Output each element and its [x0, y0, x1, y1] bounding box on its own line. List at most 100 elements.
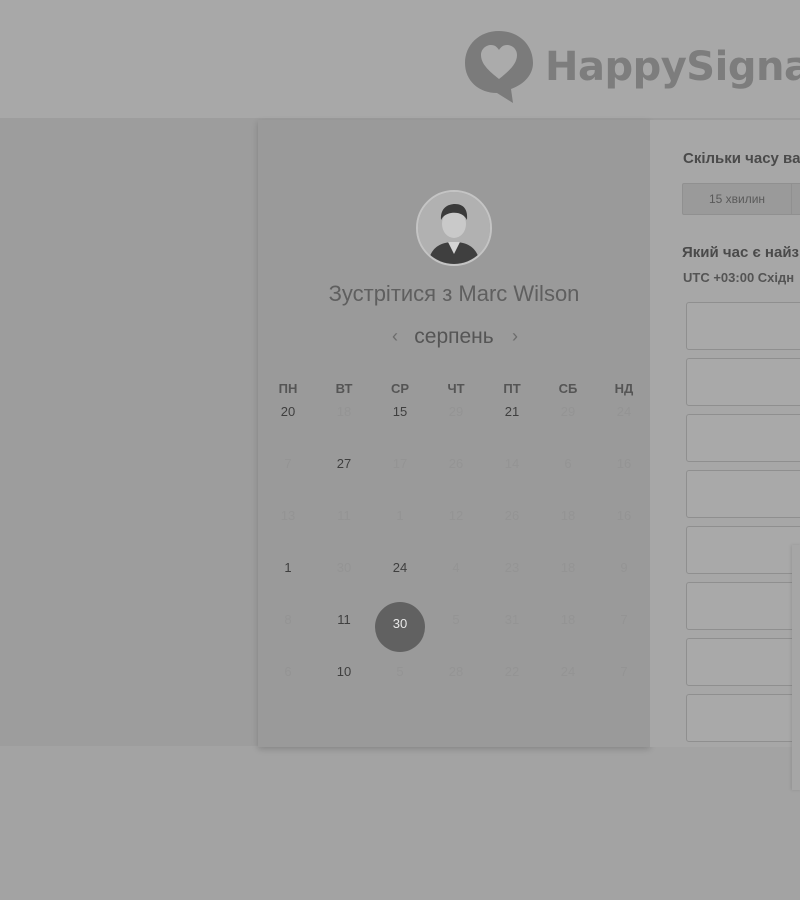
day-number: 17: [392, 456, 408, 471]
calendar-day[interactable]: 24: [372, 554, 428, 606]
weekday-label: СР: [390, 381, 410, 396]
weekday-label: ЧТ: [447, 381, 465, 396]
day-number: 16: [616, 456, 632, 471]
day-number: 20: [280, 404, 296, 419]
day-number: 6: [284, 664, 292, 679]
month-label: серпень: [414, 325, 494, 348]
day-number: 9: [620, 560, 628, 575]
time-slot[interactable]: [686, 470, 800, 518]
day-number: 26: [448, 456, 464, 471]
weekday-label: ВТ: [335, 381, 353, 396]
day-number: 13: [280, 508, 296, 523]
calendar-day[interactable]: 11: [316, 606, 372, 658]
day-number: 21: [504, 404, 520, 419]
weekday-label: ПТ: [503, 381, 521, 396]
calendar-day: 18: [540, 554, 596, 606]
day-number: 22: [504, 664, 520, 679]
calendar-day: 24: [540, 658, 596, 710]
day-number: 6: [564, 456, 572, 471]
calendar-day[interactable]: 10: [316, 658, 372, 710]
day-number: 11: [337, 508, 351, 523]
day-number: 11: [337, 612, 351, 627]
calendar-day[interactable]: 20: [260, 398, 316, 450]
calendar-grid: 20 18 15 29 21 29 24 7 27 17 26 14 6 16 13 11 1 12 26 18 16 1…: [260, 398, 652, 710]
day-number: 10: [336, 664, 352, 679]
duration-option-15[interactable]: 15 хвилин: [683, 184, 792, 214]
side-panel-edge: [792, 545, 800, 790]
booking-panel: Скільки часу ва 15 хвилин Який час є най…: [650, 120, 800, 747]
day-number: 18: [560, 508, 576, 523]
day-number: 7: [284, 456, 292, 471]
day-number: 27: [336, 456, 352, 471]
time-slot[interactable]: [686, 526, 800, 574]
day-number: 16: [616, 508, 632, 523]
heart-bubble-icon: [465, 31, 533, 103]
calendar-day: 23: [484, 554, 540, 606]
calendar-day[interactable]: 21: [484, 398, 540, 450]
weekday-label: СБ: [558, 381, 578, 396]
day-number: 7: [620, 664, 628, 679]
calendar-day[interactable]: 15: [372, 398, 428, 450]
day-number: 31: [504, 612, 520, 627]
calendar-day: 22: [484, 658, 540, 710]
time-slot[interactable]: [686, 638, 800, 686]
calendar-day: 9: [596, 554, 652, 606]
calendar-day: 18: [316, 398, 372, 450]
day-number: 8: [284, 612, 292, 627]
calendar-day: 16: [596, 502, 652, 554]
time-question: Який час є найз: [682, 244, 799, 261]
chevron-right-icon[interactable]: ›: [508, 326, 522, 347]
calendar-day: 24: [596, 398, 652, 450]
calendar-day: 16: [596, 450, 652, 502]
host-avatar: [416, 190, 492, 266]
weekday-header: ПН ВТ СР ЧТ ПТ СБ НД: [260, 381, 652, 396]
calendar-day[interactable]: 27: [316, 450, 372, 502]
brand-logo[interactable]: HappySigna: [463, 28, 800, 106]
calendar-day: 1: [372, 502, 428, 554]
time-slot[interactable]: [686, 694, 800, 742]
calendar-day: 26: [428, 450, 484, 502]
calendar-day: 17: [372, 450, 428, 502]
calendar-day: 7: [596, 658, 652, 710]
day-number: 7: [620, 612, 628, 627]
calendar-day: 6: [540, 450, 596, 502]
day-number: 24: [616, 404, 632, 419]
time-slot[interactable]: [686, 358, 800, 406]
day-number: 18: [560, 560, 576, 575]
day-number: 23: [504, 560, 520, 575]
calendar-day: 5: [372, 658, 428, 710]
time-slot[interactable]: [686, 582, 800, 630]
calendar-day: 12: [428, 502, 484, 554]
calendar-day: 31: [484, 606, 540, 658]
day-number: 14: [504, 456, 520, 471]
calendar-day: 18: [540, 502, 596, 554]
calendar-day[interactable]: 1: [260, 554, 316, 606]
day-number: 28: [448, 664, 464, 679]
calendar-day: 29: [540, 398, 596, 450]
day-number: 18: [336, 404, 352, 419]
weekday-label: НД: [614, 381, 634, 396]
calendar-day: 6: [260, 658, 316, 710]
calendar-day: 7: [596, 606, 652, 658]
calendar-day: 13: [260, 502, 316, 554]
calendar-day: 28: [428, 658, 484, 710]
day-number: 24: [392, 560, 408, 575]
day-number: 30: [392, 616, 408, 631]
timezone-label[interactable]: UTC +03:00 Східн: [683, 270, 794, 285]
duration-question: Скільки часу ва: [683, 150, 800, 167]
calendar-day: 4: [428, 554, 484, 606]
calendar-day-selected[interactable]: 30: [372, 602, 428, 658]
time-slot[interactable]: [686, 302, 800, 350]
time-slot[interactable]: [686, 414, 800, 462]
brand-name: HappySigna: [545, 44, 800, 90]
calendar-day: 8: [260, 606, 316, 658]
day-number: 5: [452, 612, 460, 627]
day-number: 26: [504, 508, 520, 523]
calendar-day: 7: [260, 450, 316, 502]
day-number: 5: [396, 664, 404, 679]
day-number: 1: [284, 560, 292, 575]
calendar-day: 29: [428, 398, 484, 450]
chevron-left-icon[interactable]: ‹: [388, 326, 402, 347]
weekday-label: ПН: [278, 381, 298, 396]
day-number: 29: [448, 404, 464, 419]
